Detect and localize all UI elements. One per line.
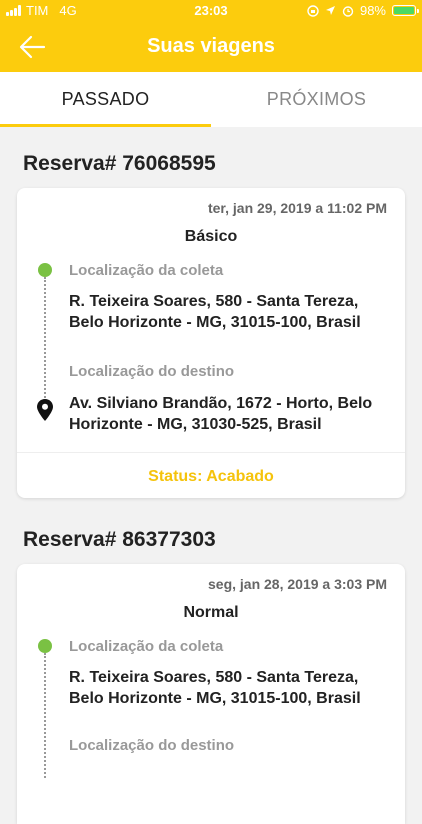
- trip-card[interactable]: ter, jan 29, 2019 a 11:02 PM Básico Loca…: [17, 188, 405, 498]
- page-title: Suas viagens: [147, 35, 275, 57]
- destination-pin-icon: [37, 399, 53, 421]
- vehicle-type: Básico: [184, 228, 238, 245]
- pickup-dot-icon: [38, 639, 52, 653]
- route-line: [44, 277, 46, 402]
- battery-fill: [394, 7, 414, 14]
- pickup-label: Localização da coleta: [69, 262, 224, 279]
- battery-icon: [392, 5, 419, 16]
- reservation-title: Reserva# 76068595: [23, 152, 216, 175]
- trip-status: Status: Acabado: [148, 468, 274, 485]
- destination-label: Localização do destino: [69, 363, 235, 380]
- battery-percent: 98%: [359, 3, 386, 18]
- trip-date: ter, jan 29, 2019 a 11:02 PM: [207, 200, 387, 216]
- reservation-title: Reserva# 86377303: [23, 528, 216, 551]
- status-bar: TIM 4G 23:03 98%: [0, 0, 422, 22]
- status-right: 98%: [307, 3, 419, 18]
- vehicle-type: Normal: [183, 604, 239, 621]
- destination-address: Av. Silviano Brandão, 1672 - Horto, Belo…: [69, 395, 373, 433]
- pickup-label: Localização da coleta: [69, 638, 224, 655]
- pickup-dot-icon: [38, 263, 52, 277]
- route-line: [44, 653, 46, 778]
- trip-card[interactable]: seg, jan 28, 2019 a 3:03 PM Normal Local…: [17, 564, 405, 824]
- orientation-lock-icon: [307, 4, 319, 17]
- tab-proximos[interactable]: PRÓXIMOS: [211, 72, 422, 127]
- divider: [17, 452, 405, 453]
- app-bar: Suas viagens: [0, 22, 422, 72]
- location-icon: [325, 6, 335, 15]
- trip-date: seg, jan 28, 2019 a 3:03 PM: [208, 576, 387, 592]
- tab-passado[interactable]: PASSADO: [0, 72, 211, 127]
- destination-label: Localização do destino: [69, 737, 235, 754]
- tab-bar: PASSADO PRÓXIMOS: [0, 72, 422, 127]
- pickup-address: R. Teixeira Soares, 580 - Santa Tereza, …: [69, 293, 361, 331]
- pickup-address: R. Teixeira Soares, 580 - Santa Tereza, …: [69, 669, 361, 707]
- alarm-icon: [342, 5, 354, 17]
